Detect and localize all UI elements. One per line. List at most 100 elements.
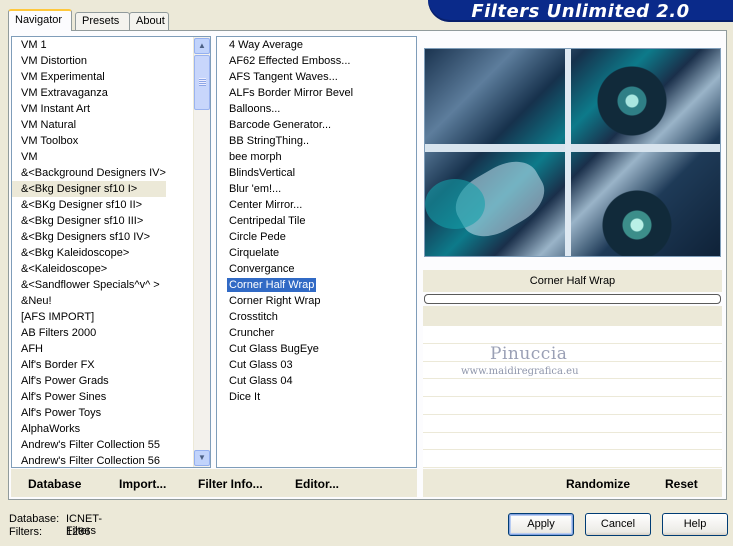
- filter-item[interactable]: Corner Right Wrap: [217, 293, 353, 309]
- category-item-label: &<Kaleidoscope>: [21, 263, 108, 275]
- category-item-label: &<Bkg Designer sf10 I>: [21, 183, 138, 195]
- filter-item-label: ALFs Border Mirror Bevel: [229, 87, 354, 99]
- filter-item-label: Cut Glass 04: [229, 375, 293, 387]
- filter-item[interactable]: ALFs Border Mirror Bevel: [217, 85, 353, 101]
- tab-about[interactable]: About: [129, 12, 169, 31]
- category-item[interactable]: [AFS IMPORT]: [12, 309, 166, 325]
- apply-button[interactable]: Apply: [508, 513, 574, 536]
- category-item[interactable]: &<Bkg Designer sf10 I>: [12, 181, 166, 197]
- parameter-row[interactable]: [423, 379, 722, 397]
- filter-item[interactable]: AF62 Effected Emboss...: [217, 53, 353, 69]
- tab-navigator[interactable]: Navigator: [8, 9, 72, 31]
- filter-item[interactable]: BB StringThing..: [217, 133, 353, 149]
- category-item[interactable]: Alf's Power Grads: [12, 373, 166, 389]
- category-item[interactable]: VM Distortion: [12, 53, 166, 69]
- parameter-row[interactable]: [423, 397, 722, 415]
- filter-item[interactable]: Center Mirror...: [217, 197, 353, 213]
- category-item-label: &<BKg Designer sf10 II>: [21, 199, 143, 211]
- tab-presets[interactable]: Presets: [75, 12, 130, 31]
- filter-item[interactable]: BlindsVertical: [217, 165, 353, 181]
- parameter-row[interactable]: [423, 414, 722, 433]
- filter-item-label: Centripedal Tile: [229, 215, 306, 227]
- category-item[interactable]: VM Instant Art: [12, 101, 166, 117]
- category-item[interactable]: &<Bkg Kaleidoscope>: [12, 245, 166, 261]
- category-item[interactable]: VM 1: [12, 37, 166, 53]
- filter-item[interactable]: Blur 'em!...: [217, 181, 353, 197]
- parameter-header: [423, 306, 722, 326]
- scroll-thumb[interactable]: [194, 55, 210, 110]
- help-button[interactable]: Help: [662, 513, 728, 536]
- category-list[interactable]: VM 1 VM Distortion VM Experimental VM Extra…: [11, 36, 211, 468]
- category-item[interactable]: AB Filters 2000: [12, 325, 166, 341]
- import-button[interactable]: Import...: [119, 477, 166, 491]
- category-item[interactable]: VM Extravaganza: [12, 85, 166, 101]
- category-item[interactable]: VM Toolbox: [12, 133, 166, 149]
- filter-item[interactable]: bee morph: [217, 149, 353, 165]
- filter-list[interactable]: 4 Way Average AF62 Effected Emboss... AFS …: [216, 36, 417, 468]
- filter-item[interactable]: Centripedal Tile: [217, 213, 353, 229]
- filter-item[interactable]: Dice It: [217, 389, 353, 405]
- category-item[interactable]: VM Natural: [12, 117, 166, 133]
- watermark-name: Pinuccia: [490, 344, 568, 364]
- filter-item[interactable]: Convergance: [217, 261, 353, 277]
- category-item-label: AB Filters 2000: [21, 327, 97, 339]
- parameter-row[interactable]: [423, 450, 722, 468]
- progress-bar: [424, 294, 721, 304]
- editor-button[interactable]: Editor...: [295, 477, 339, 491]
- filter-item[interactable]: Circle Pede: [217, 229, 353, 245]
- category-item[interactable]: &Neu!: [12, 293, 166, 309]
- filter-item[interactable]: Cut Glass 03: [217, 357, 353, 373]
- category-item[interactable]: VM: [12, 149, 166, 165]
- parameter-row[interactable]: [423, 432, 722, 451]
- filter-item[interactable]: Barcode Generator...: [217, 117, 353, 133]
- category-item[interactable]: AFH: [12, 341, 166, 357]
- category-item-label: Alf's Border FX: [21, 359, 95, 371]
- randomize-button[interactable]: Randomize: [566, 477, 630, 491]
- filter-item[interactable]: Crosstitch: [217, 309, 353, 325]
- category-item[interactable]: Alf's Power Toys: [12, 405, 166, 421]
- category-item-label: VM Distortion: [21, 55, 88, 67]
- filter-item[interactable]: Balloons...: [217, 101, 353, 117]
- category-item[interactable]: &<BKg Designer sf10 II>: [12, 197, 166, 213]
- scroll-down-icon[interactable]: ▼: [194, 450, 210, 466]
- filter-item[interactable]: Cut Glass 04: [217, 373, 353, 389]
- filter-items: 4 Way Average AF62 Effected Emboss... AFS …: [217, 37, 353, 405]
- filter-item-label: Convergance: [229, 263, 295, 275]
- filter-item-label: BB StringThing..: [229, 135, 310, 147]
- filter-item[interactable]: Cirquelate: [217, 245, 353, 261]
- category-scrollbar[interactable]: ▲ ▼: [193, 37, 210, 467]
- category-item[interactable]: &<Bkg Designer sf10 III>: [12, 213, 166, 229]
- filter-item[interactable]: Cruncher: [217, 325, 353, 341]
- filter-item-label: Cirquelate: [229, 247, 280, 259]
- category-item[interactable]: VM Experimental: [12, 69, 166, 85]
- category-item-label: &Neu!: [21, 295, 52, 307]
- filter-item[interactable]: Cut Glass BugEye: [217, 341, 353, 357]
- filter-item[interactable]: AFS Tangent Waves...: [217, 69, 353, 85]
- parameter-row[interactable]: [423, 343, 722, 362]
- category-item[interactable]: &<Bkg Designers sf10 IV>: [12, 229, 166, 245]
- category-item[interactable]: &<Sandflower Specials^v^ >: [12, 277, 166, 293]
- category-item[interactable]: AlphaWorks: [12, 421, 166, 437]
- database-button[interactable]: Database: [28, 477, 81, 491]
- app-title: Filters Unlimited 2.0: [471, 1, 690, 22]
- filter-item[interactable]: 4 Way Average: [217, 37, 353, 53]
- filter-info-button[interactable]: Filter Info...: [198, 477, 263, 491]
- filter-item-label: Corner Half Wrap: [227, 278, 317, 292]
- category-item[interactable]: &<Background Designers IV>: [12, 165, 166, 181]
- category-item-label: VM: [21, 151, 38, 163]
- scroll-up-icon[interactable]: ▲: [194, 38, 210, 54]
- category-item-label: VM Extravaganza: [21, 87, 108, 99]
- reset-button[interactable]: Reset: [665, 477, 698, 491]
- category-item[interactable]: Alf's Border FX: [12, 357, 166, 373]
- category-item[interactable]: Andrew's Filter Collection 56: [12, 453, 166, 469]
- category-item[interactable]: Andrew's Filter Collection 55: [12, 437, 166, 453]
- category-item[interactable]: Alf's Power Sines: [12, 389, 166, 405]
- filter-item-label: Center Mirror...: [229, 199, 303, 211]
- parameter-row[interactable]: [423, 326, 722, 344]
- filter-item-label: bee morph: [229, 151, 282, 163]
- category-item-label: &<Bkg Kaleidoscope>: [21, 247, 130, 259]
- title-banner: Filters Unlimited 2.0: [428, 0, 733, 22]
- category-item[interactable]: &<Kaleidoscope>: [12, 261, 166, 277]
- filter-item[interactable]: Corner Half Wrap: [217, 277, 353, 293]
- cancel-button[interactable]: Cancel: [585, 513, 651, 536]
